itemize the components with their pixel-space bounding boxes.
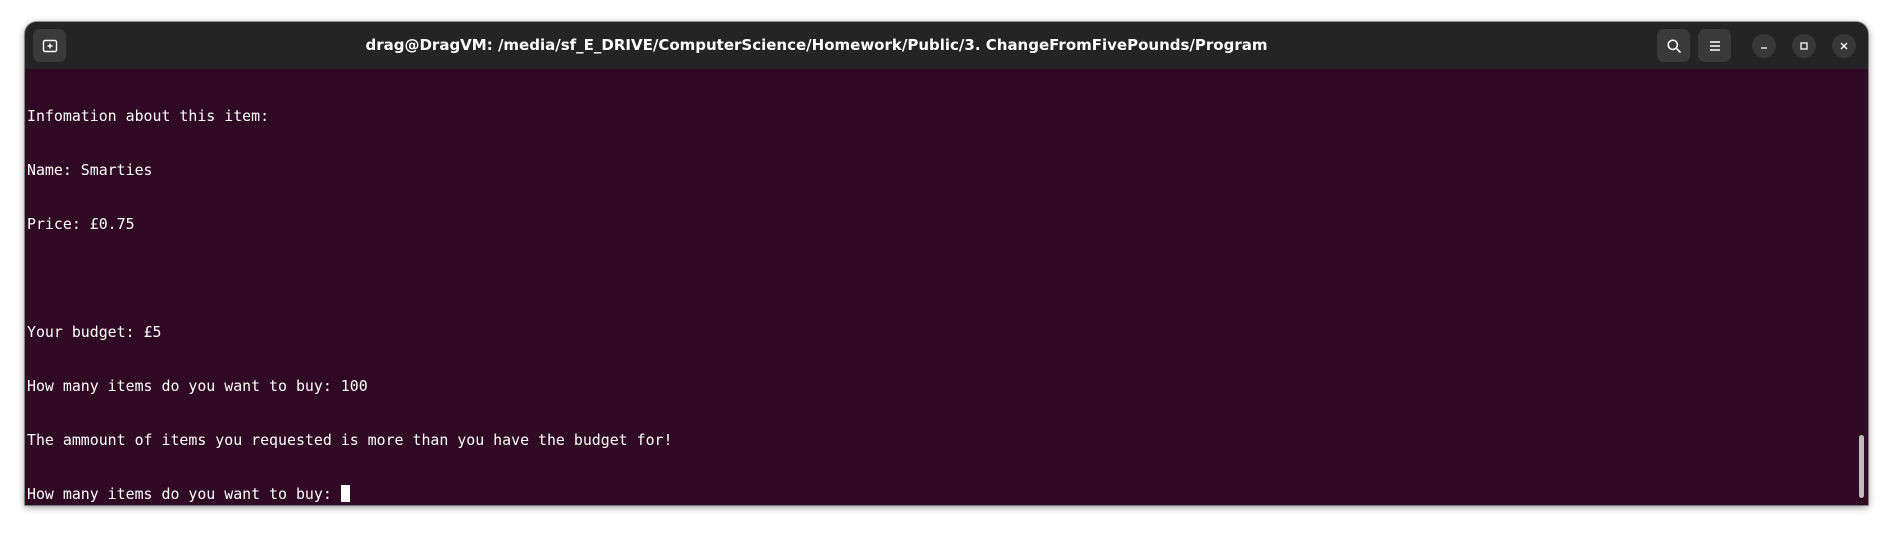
- close-button[interactable]: [1832, 34, 1856, 58]
- maximize-icon: [1800, 42, 1808, 50]
- new-tab-icon: [42, 39, 57, 52]
- terminal-prompt-line[interactable]: How many items do you want to buy:: [27, 485, 672, 503]
- new-tab-button[interactable]: [33, 29, 66, 62]
- search-button[interactable]: [1657, 29, 1690, 62]
- search-icon: [1666, 38, 1681, 53]
- terminal-prompt: How many items do you want to buy:: [27, 485, 332, 503]
- terminal-line: Price: £0.75: [27, 215, 135, 233]
- minimize-button[interactable]: [1752, 34, 1776, 58]
- terminal-line: Your budget: £5: [27, 323, 162, 341]
- terminal-line: Name: Smarties: [27, 161, 153, 179]
- terminal-line: How many items do you want to buy: 100: [27, 377, 368, 395]
- maximize-button[interactable]: [1792, 34, 1816, 58]
- title-bar[interactable]: drag@DragVM: /media/sf_E_DRIVE/ComputerS…: [25, 22, 1868, 69]
- terminal-output[interactable]: Infomation about this item: Name: Smarti…: [25, 69, 1868, 505]
- terminal-line: The ammount of items you requested is mo…: [27, 431, 673, 449]
- terminal-lines: Infomation about this item: Name: Smarti…: [27, 71, 672, 505]
- hamburger-menu-icon: [1709, 40, 1720, 51]
- close-icon: [1840, 42, 1848, 50]
- terminal-window: drag@DragVM: /media/sf_E_DRIVE/ComputerS…: [25, 22, 1868, 505]
- menu-button[interactable]: [1698, 29, 1731, 62]
- window-title: drag@DragVM: /media/sf_E_DRIVE/ComputerS…: [365, 36, 1268, 54]
- minimize-icon: [1761, 47, 1767, 49]
- scrollbar-thumb[interactable]: [1859, 435, 1864, 498]
- terminal-line: Infomation about this item:: [27, 107, 270, 125]
- text-cursor: [340, 485, 350, 502]
